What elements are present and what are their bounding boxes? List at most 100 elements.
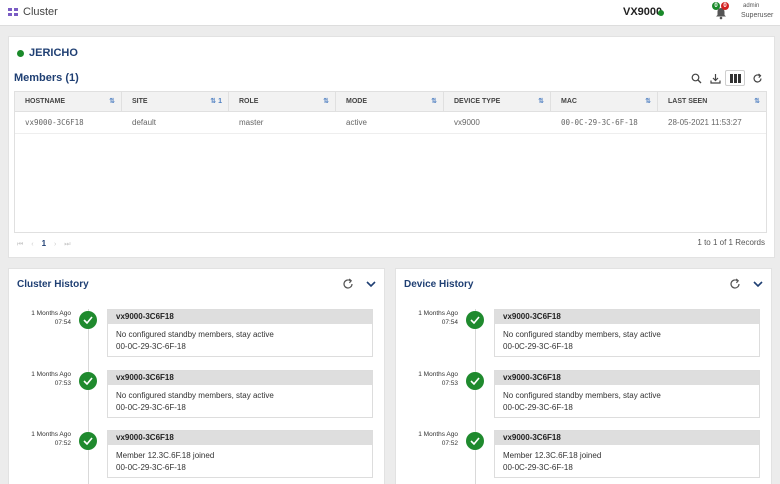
sort-icon[interactable]: ⇅ [538,92,544,112]
top-bar: Cluster VX9000 0 0 admin Superuser [0,0,780,26]
download-button[interactable] [707,70,723,86]
refresh-icon[interactable] [729,278,741,290]
notification-badge-red: 0 [721,2,729,10]
first-page-icon[interactable]: ⏮ [17,241,23,249]
sort-icon[interactable]: ⇅ [431,92,437,112]
refresh-icon[interactable] [342,278,354,290]
entry-time: 1 Months Ago 07:52 [31,431,71,447]
sort-icon[interactable]: ⇅ [754,92,760,112]
next-page-icon[interactable]: › [54,241,56,248]
card-message: Member 12.3C.6F.18 joined [116,451,215,460]
card-hostname: vx9000-3C6F18 [108,431,372,445]
members-title: Members (1) [14,72,79,84]
chevron-down-icon[interactable] [365,279,377,289]
table-header: HOSTNAME ⇅ SITE ⇅ 1 ROLE ⇅ MODE ⇅ DEVICE TYP… [15,92,766,112]
column-header-site[interactable]: SITE ⇅ 1 [122,92,229,112]
user-role: Superuser [741,12,774,19]
cell-mac: 00-0C-29-3C-6F-18 [561,118,638,127]
card-message: No configured standby members, stay acti… [116,330,274,339]
column-header-role[interactable]: ROLE ⇅ [229,92,336,112]
device-status-dot [658,10,664,16]
entry-time: 1 Months Ago 07:53 [418,371,458,387]
sort-icon[interactable]: ⇅ [109,92,115,112]
sort-icon[interactable]: ⇅ 1 [210,92,222,112]
search-icon [691,73,701,83]
check-icon [79,432,97,450]
check-icon [466,372,484,390]
card-hostname: vx9000-3C6F18 [495,371,759,385]
columns-icon [729,73,741,83]
sort-icon[interactable]: ⇅ [323,92,329,112]
card-mac: 00-0C-29-3C-6F-18 [116,463,186,472]
card-message: No configured standby members, stay acti… [116,391,274,400]
members-panel: JERICHO Members (1) HOSTNAME ⇅ SITE ⇅ 1 RO… [8,36,775,258]
check-icon [79,311,97,329]
device-history-title: Device History [404,279,474,290]
card-message: No configured standby members, stay acti… [503,330,661,339]
cell-last-seen: 28-05-2021 11:53:27 [668,118,742,127]
entry-time: 1 Months Ago 07:54 [418,310,458,326]
column-header-device-type[interactable]: DEVICE TYPE ⇅ [444,92,551,112]
history-entry: 1 Months Ago 07:54 vx9000-3C6F18 No confi… [396,309,773,367]
history-entry: 1 Months Ago 07:53 vx9000-3C6F18 No confi… [396,370,773,428]
columns-button[interactable] [725,70,745,86]
card-mac: 00-0C-29-3C-6F-18 [116,403,186,412]
members-table: HOSTNAME ⇅ SITE ⇅ 1 ROLE ⇅ MODE ⇅ DEVICE TYP… [14,91,767,233]
history-card: vx9000-3C6F18 No configured standby memb… [494,309,760,357]
column-header-last-seen[interactable]: LAST SEEN ⇅ [658,92,766,112]
cell-hostname: vx9000-3C6F18 [25,118,84,127]
card-message: No configured standby members, stay acti… [503,391,661,400]
column-header-mac[interactable]: MAC ⇅ [551,92,658,112]
history-card: vx9000-3C6F18 No configured standby memb… [107,309,373,357]
card-hostname: vx9000-3C6F18 [495,431,759,445]
entry-time: 1 Months Ago 07:54 [31,310,71,326]
entry-time: 1 Months Ago 07:52 [418,431,458,447]
cell-site: default [132,118,157,127]
current-page[interactable]: 1 [42,239,46,248]
records-count: 1 to 1 of 1 Records [697,238,765,247]
history-card: vx9000-3C6F18 Member 12.3C.6F.18 joined … [107,430,373,478]
card-mac: 00-0C-29-3C-6F-18 [116,342,186,351]
pagination: ⏮ ‹ 1 › ⏭ [17,239,77,249]
card-hostname: vx9000-3C6F18 [108,310,372,324]
user-name[interactable]: admin [743,3,759,9]
entry-time: 1 Months Ago 07:53 [31,371,71,387]
cluster-history-panel: Cluster History 1 Months Ago 07:54 vx9000… [8,268,385,484]
device-history-panel: Device History 1 Months Ago 07:54 vx9000-… [395,268,772,484]
check-icon [466,432,484,450]
card-mac: 00-0C-29-3C-6F-18 [503,342,573,351]
check-icon [466,311,484,329]
history-card: vx9000-3C6F18 No configured standby memb… [107,370,373,418]
card-mac: 00-0C-29-3C-6F-18 [503,463,573,472]
refresh-icon [752,73,762,82]
notification-badge-green: 0 [712,2,720,10]
history-entry: 1 Months Ago 07:53 vx9000-3C6F18 No confi… [9,370,386,428]
cluster-history-title: Cluster History [17,279,89,290]
cell-mode: active [346,118,367,127]
prev-page-icon[interactable]: ‹ [31,241,33,248]
cluster-status-dot [17,50,24,57]
history-entry: 1 Months Ago 07:54 vx9000-3C6F18 No confi… [9,309,386,367]
history-card: vx9000-3C6F18 Member 12.3C.6F.18 joined … [494,430,760,478]
chevron-down-icon[interactable] [752,279,764,289]
card-hostname: vx9000-3C6F18 [495,310,759,324]
column-header-hostname[interactable]: HOSTNAME ⇅ [15,92,122,112]
history-entry: 1 Months Ago 07:52 vx9000-3C6F18 Member 1… [396,430,773,484]
history-card: vx9000-3C6F18 No configured standby memb… [494,370,760,418]
cluster-name: JERICHO [29,47,78,59]
refresh-button[interactable] [749,70,765,86]
history-entry: 1 Months Ago 07:52 vx9000-3C6F18 Member 1… [9,430,386,484]
last-page-icon[interactable]: ⏭ [64,241,70,249]
card-mac: 00-0C-29-3C-6F-18 [503,403,573,412]
device-name[interactable]: VX9000 [623,6,662,18]
sort-icon[interactable]: ⇅ [645,92,651,112]
app-title: Cluster [23,6,58,18]
column-header-mode[interactable]: MODE ⇅ [336,92,444,112]
check-icon [79,372,97,390]
table-row[interactable]: vx9000-3C6F18 default master active vx90… [15,112,766,134]
card-hostname: vx9000-3C6F18 [108,371,372,385]
cell-role: master [239,118,264,127]
card-message: Member 12.3C.6F.18 joined [503,451,602,460]
search-button[interactable] [688,70,704,86]
cell-device-type: vx9000 [454,118,480,127]
